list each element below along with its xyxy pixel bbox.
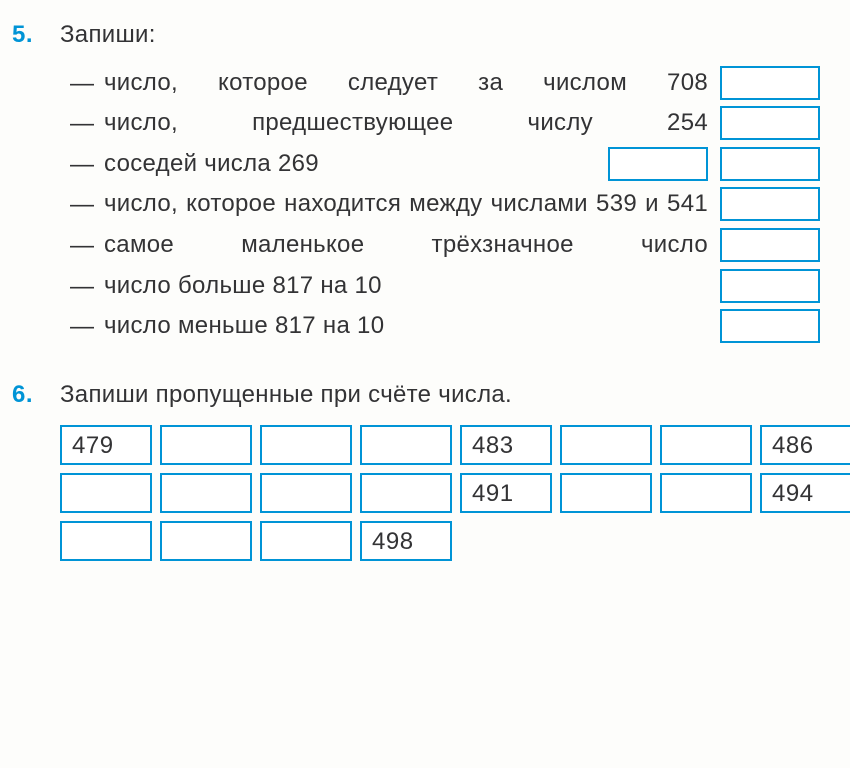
item-content: число меньше 817 на 10 bbox=[104, 309, 820, 343]
item-content: самое маленькое трёхзначное число bbox=[104, 228, 820, 262]
list-item: —самое маленькое трёхзначное число bbox=[70, 228, 820, 263]
item-text: самое маленькое трёхзначное число bbox=[104, 228, 708, 262]
exercise-prompt: Запиши: bbox=[60, 18, 820, 52]
answer-input[interactable] bbox=[720, 66, 820, 100]
item-content: число, которое находится между числами 5… bbox=[104, 187, 820, 221]
number-cell[interactable] bbox=[360, 425, 452, 465]
answer-slot bbox=[720, 228, 820, 262]
dash-icon: — bbox=[70, 66, 104, 101]
exercise-items: —число, которое следует за числом 708—чи… bbox=[60, 66, 820, 344]
number-cell[interactable] bbox=[360, 473, 452, 513]
exercise-number: 5. bbox=[12, 18, 42, 52]
exercise-body: Запиши: —число, которое следует за число… bbox=[60, 18, 820, 350]
number-row: 479 483 486 bbox=[60, 425, 850, 465]
dash-icon: — bbox=[70, 187, 104, 222]
dash-icon: — bbox=[70, 147, 104, 182]
item-content: число больше 817 на 10 bbox=[104, 269, 820, 303]
list-item: —число меньше 817 на 10 bbox=[70, 309, 820, 344]
number-cell[interactable]: 498 bbox=[360, 521, 452, 561]
number-row: 491 494 bbox=[60, 473, 850, 513]
exercise-prompt: Запиши пропущенные при счёте числа. bbox=[60, 378, 850, 412]
item-content: число, которое следует за числом 708 bbox=[104, 66, 820, 100]
item-text: число, предшествующее числу 254 bbox=[104, 106, 708, 140]
answer-slot bbox=[720, 309, 820, 343]
exercise-number: 6. bbox=[12, 378, 42, 412]
item-text: число больше 817 на 10 bbox=[104, 269, 708, 303]
dash-icon: — bbox=[70, 106, 104, 141]
number-cell[interactable] bbox=[560, 473, 652, 513]
answer-input[interactable] bbox=[720, 269, 820, 303]
list-item: —число, которое следует за числом 708 bbox=[70, 66, 820, 101]
number-cell[interactable] bbox=[660, 425, 752, 465]
dash-icon: — bbox=[70, 309, 104, 344]
item-text: число, которое находится между числами 5… bbox=[104, 187, 708, 221]
list-item: —число больше 817 на 10 bbox=[70, 269, 820, 304]
number-cell[interactable]: 494 bbox=[760, 473, 850, 513]
exercise-6: 6. Запиши пропущенные при счёте числа. 4… bbox=[12, 378, 820, 562]
answer-slot bbox=[720, 187, 820, 221]
number-cell[interactable] bbox=[160, 521, 252, 561]
number-cell[interactable] bbox=[260, 521, 352, 561]
item-text: соседей числа 269 bbox=[104, 147, 596, 181]
list-item: —соседей числа 269 bbox=[70, 147, 820, 182]
item-content: число, предшествующее числу 254 bbox=[104, 106, 820, 140]
number-cell[interactable] bbox=[660, 473, 752, 513]
number-cell[interactable]: 479 bbox=[60, 425, 152, 465]
answer-slot bbox=[720, 106, 820, 140]
item-content: соседей числа 269 bbox=[104, 147, 820, 181]
number-cell[interactable] bbox=[260, 473, 352, 513]
answer-input[interactable] bbox=[608, 147, 708, 181]
answer-slot bbox=[608, 147, 820, 181]
number-cell[interactable] bbox=[160, 425, 252, 465]
answer-input[interactable] bbox=[720, 147, 820, 181]
answer-input[interactable] bbox=[720, 309, 820, 343]
number-cell[interactable] bbox=[60, 521, 152, 561]
dash-icon: — bbox=[70, 228, 104, 263]
item-text: число, которое следует за числом 708 bbox=[104, 66, 708, 100]
answer-input[interactable] bbox=[720, 228, 820, 262]
exercise-5: 5. Запиши: —число, которое следует за чи… bbox=[12, 18, 820, 350]
answer-input[interactable] bbox=[720, 106, 820, 140]
number-cell[interactable] bbox=[60, 473, 152, 513]
number-row: 498 bbox=[60, 521, 850, 561]
exercise-body: Запиши пропущенные при счёте числа. 4794… bbox=[60, 378, 850, 562]
number-cell[interactable] bbox=[260, 425, 352, 465]
dash-icon: — bbox=[70, 269, 104, 304]
answer-input[interactable] bbox=[720, 187, 820, 221]
number-grid: 479 483 486 491 494 498 bbox=[60, 425, 850, 561]
list-item: —число, которое находится между числами … bbox=[70, 187, 820, 222]
number-cell[interactable]: 483 bbox=[460, 425, 552, 465]
item-text: число меньше 817 на 10 bbox=[104, 309, 708, 343]
answer-slot bbox=[720, 269, 820, 303]
number-cell[interactable]: 486 bbox=[760, 425, 850, 465]
number-cell[interactable]: 491 bbox=[460, 473, 552, 513]
number-cell[interactable] bbox=[560, 425, 652, 465]
answer-slot bbox=[720, 66, 820, 100]
list-item: —число, предшествующее числу 254 bbox=[70, 106, 820, 141]
number-cell[interactable] bbox=[160, 473, 252, 513]
